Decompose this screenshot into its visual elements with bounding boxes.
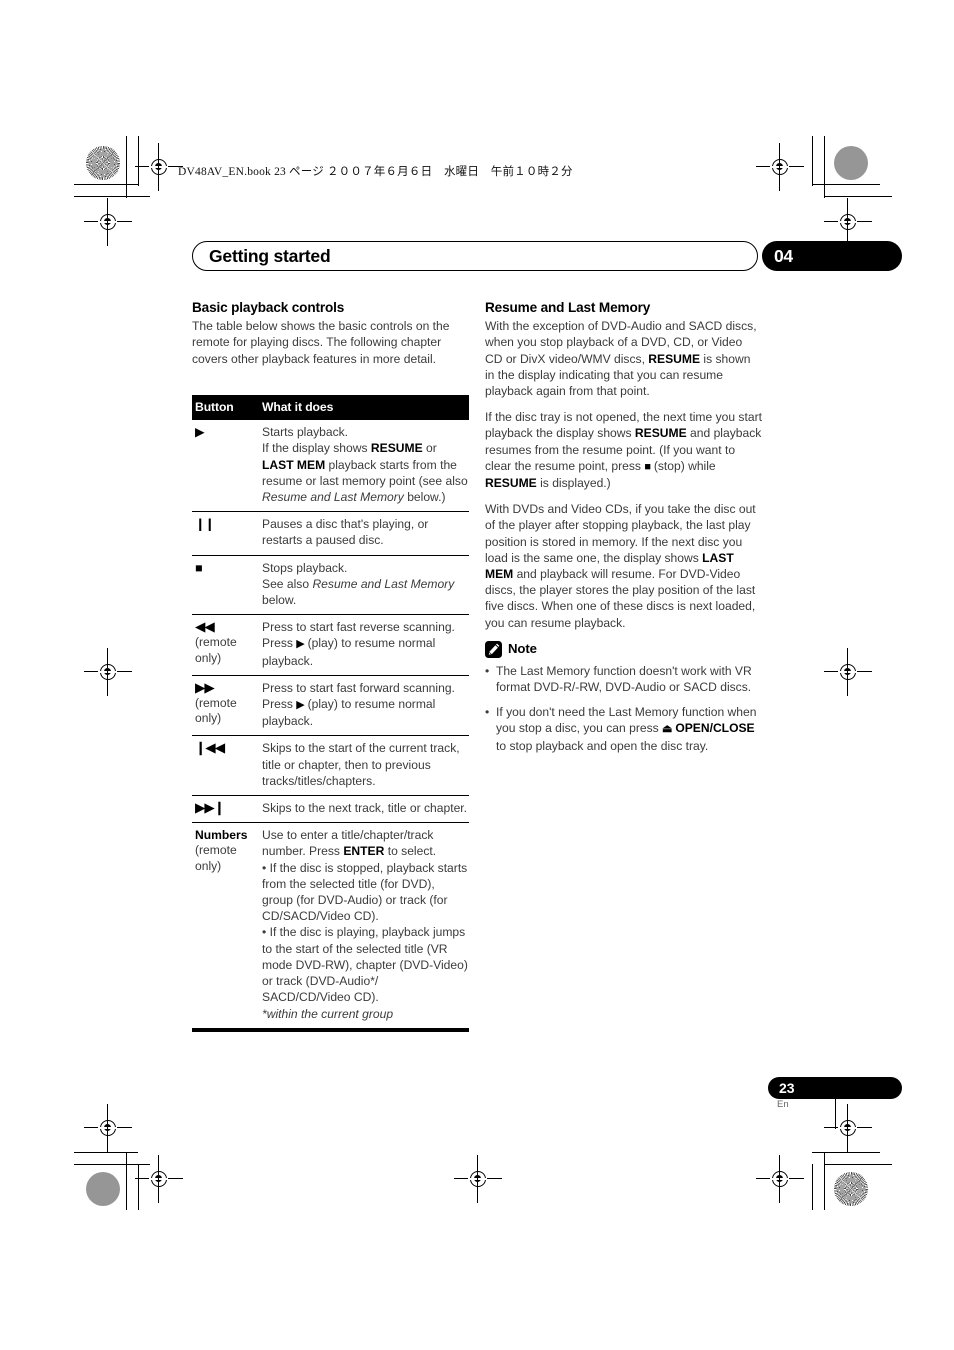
crop-line xyxy=(74,196,150,198)
play-icon: ▶ xyxy=(296,638,305,651)
stop-icon: ■ xyxy=(195,560,203,575)
button-note: (remote only) xyxy=(195,696,237,726)
table-row: ▶▶ (remote only) Press to start fast for… xyxy=(192,675,469,737)
list-item: If you don't need the Last Memory functi… xyxy=(485,704,762,754)
registration-mark-bottom-center xyxy=(454,1155,502,1203)
button-note: (remote only) xyxy=(195,635,237,665)
list-item: The Last Memory function doesn't work wi… xyxy=(485,663,762,695)
column-header-button: Button xyxy=(192,395,258,421)
table-row: ◀◀ (remote only) Press to start fast rev… xyxy=(192,614,469,676)
registration-mark-bottom-right xyxy=(756,1155,804,1203)
play-icon: ▶ xyxy=(195,425,205,440)
table-header-row: Button What it does xyxy=(192,395,469,421)
crop-line xyxy=(824,1152,826,1210)
page-title: Getting started xyxy=(209,245,331,266)
button-cell: ◀◀ (remote only) xyxy=(192,614,258,676)
fast-forward-icon: ▶▶ xyxy=(195,679,215,695)
description-cell: Starts playback. If the display shows RE… xyxy=(258,420,469,513)
crop-line xyxy=(138,1164,140,1210)
crop-line xyxy=(812,1164,814,1210)
crop-line xyxy=(812,136,814,186)
density-patch-top-right xyxy=(834,146,868,180)
crop-line xyxy=(824,136,826,198)
registration-mark-right-middle xyxy=(824,648,872,696)
crop-line xyxy=(74,184,138,186)
button-cell: ❙❙ xyxy=(192,511,258,556)
paragraph-resume-intro: With the exception of DVD-Audio and SACD… xyxy=(485,319,757,399)
chapter-number-badge: 04 xyxy=(762,241,902,271)
button-cell: ▶▶❙ xyxy=(192,795,258,824)
crop-line xyxy=(138,136,140,186)
table-row: ▶▶❙ Skips to the next track, title or ch… xyxy=(192,795,469,824)
description-cell: Use to enter a title/chapter/track numbe… xyxy=(258,822,469,1032)
table-row: ❙◀◀ Skips to the start of the current tr… xyxy=(192,735,469,797)
note-header: Note xyxy=(485,640,762,658)
registration-mark-bottom-left xyxy=(135,1155,183,1203)
note-list: The Last Memory function doesn't work wi… xyxy=(485,663,762,754)
print-header-text: DV48AV_EN.book 23 ページ ２００７年６月６日 水曜日 午前１０… xyxy=(178,166,573,178)
description-cell: Skips to the next track, title or chapte… xyxy=(258,795,469,824)
registration-mark-left-lower xyxy=(84,1104,132,1152)
button-note: (remote only) xyxy=(195,843,237,873)
registration-mark-left-upper xyxy=(84,198,132,246)
chapter-number: 04 xyxy=(774,245,793,266)
play-icon: ▶ xyxy=(296,699,305,712)
fast-reverse-icon: ◀◀ xyxy=(195,619,215,635)
page-number: 23 xyxy=(779,1080,795,1096)
table-row: ■ Stops playback. See also Resume and La… xyxy=(192,555,469,616)
table-row: Numbers (remote only) Use to enter a tit… xyxy=(192,822,469,1032)
left-column: Basic playback controls The table below … xyxy=(192,300,469,377)
button-label-numbers: Numbers xyxy=(195,828,248,843)
registration-mark-top-right xyxy=(756,143,804,191)
crop-line xyxy=(812,1152,880,1154)
chapter-title-bar: Getting started xyxy=(192,241,758,271)
crop-line xyxy=(126,136,128,198)
stop-icon: ■ xyxy=(644,460,651,473)
pause-icon: ❙❙ xyxy=(195,517,215,532)
button-cell: ▶ xyxy=(192,420,258,513)
registration-mark-right-upper xyxy=(824,198,872,246)
button-cell: ▶▶ (remote only) xyxy=(192,675,258,737)
crop-line xyxy=(824,1164,892,1166)
crop-line xyxy=(824,196,892,198)
registration-mark-right-lower xyxy=(824,1104,872,1152)
description-cell: Skips to the start of the current track,… xyxy=(258,735,469,797)
description-cell: Press to start fast forward scanning. Pr… xyxy=(258,675,469,737)
density-patch-bottom-right xyxy=(834,1172,868,1206)
right-column: Resume and Last Memory With the exceptio… xyxy=(485,300,762,763)
crop-line xyxy=(74,1152,138,1154)
note-title: Note xyxy=(508,641,537,657)
paragraph-last-mem: With DVDs and Video CDs, if you take the… xyxy=(485,502,756,630)
crop-line xyxy=(812,184,880,186)
table-row: ▶ Starts playback. If the display shows … xyxy=(192,420,469,513)
registration-mark-top-left xyxy=(135,143,183,191)
button-cell: ■ xyxy=(192,555,258,616)
description-cell: Press to start fast reverse scanning. Pr… xyxy=(258,614,469,676)
playback-controls-table: Button What it does ▶ Starts playback. I… xyxy=(192,395,469,1032)
section-heading-resume-last-memory: Resume and Last Memory xyxy=(485,300,651,315)
crop-line xyxy=(126,1152,128,1210)
eject-icon: ⏏ xyxy=(662,723,672,736)
density-patch-top-left xyxy=(86,146,120,180)
density-patch-bottom-left xyxy=(86,1172,120,1206)
page-language-code: En xyxy=(777,1099,789,1110)
intro-paragraph: The table below shows the basic controls… xyxy=(192,319,450,366)
description-cell: Pauses a disc that's playing, or restart… xyxy=(258,511,469,556)
button-cell: Numbers (remote only) xyxy=(192,822,258,1032)
column-header-what-it-does: What it does xyxy=(258,395,469,421)
button-cell: ❙◀◀ xyxy=(192,735,258,797)
paragraph-resume-tray: If the disc tray is not opened, the next… xyxy=(485,410,762,491)
page-number-badge: 23 xyxy=(768,1077,902,1099)
pencil-note-icon xyxy=(485,640,502,658)
next-track-icon: ▶▶❙ xyxy=(195,800,225,816)
registration-mark-left-middle xyxy=(84,648,132,696)
previous-track-icon: ❙◀◀ xyxy=(195,740,225,756)
table-row: ❙❙ Pauses a disc that's playing, or rest… xyxy=(192,511,469,556)
description-cell: Stops playback. See also Resume and Last… xyxy=(258,555,469,616)
section-heading-basic-playback: Basic playback controls xyxy=(192,300,345,315)
note-box: Note The Last Memory function doesn't wo… xyxy=(485,640,762,754)
